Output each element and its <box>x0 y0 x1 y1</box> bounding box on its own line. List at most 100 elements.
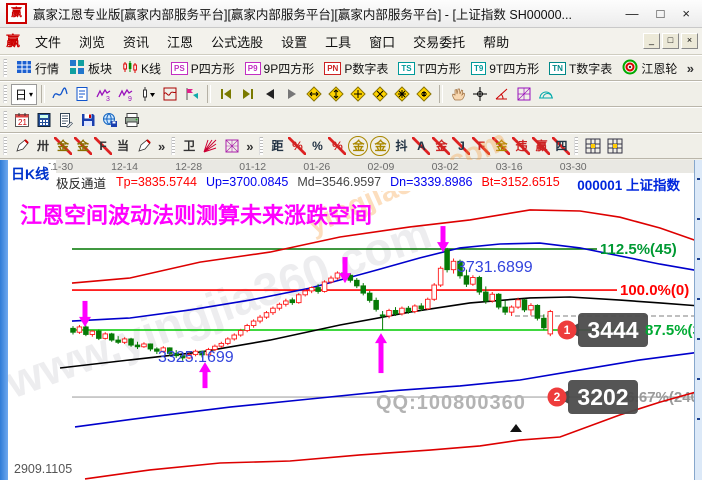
toolbar-overflow-chevron[interactable]: » <box>246 139 253 154</box>
candle <box>355 280 360 286</box>
pen-tool-icon[interactable] <box>12 136 32 156</box>
nav-first-icon[interactable] <box>216 84 236 104</box>
draw-tool-icon[interactable]: 抖 <box>392 137 410 155</box>
wave-9-icon[interactable]: 9 <box>116 84 136 104</box>
draw-tool-icon[interactable]: 卫 <box>180 137 198 155</box>
mdi-close-button[interactable]: × <box>681 33 698 49</box>
pen-tool-icon[interactable] <box>134 136 154 156</box>
wave-3-icon[interactable]: 3 <box>94 84 114 104</box>
measure-icon[interactable] <box>492 84 512 104</box>
toolbar-grip[interactable] <box>171 137 175 155</box>
mdi-minimize-button[interactable]: _ <box>643 33 660 49</box>
toolbar-grip[interactable] <box>3 111 7 129</box>
hand-icon[interactable] <box>448 84 468 104</box>
candle-style-icon[interactable] <box>138 84 158 104</box>
curve-icon[interactable] <box>50 84 70 104</box>
print-icon[interactable] <box>122 110 142 130</box>
draw-tool-icon[interactable]: A <box>412 137 430 155</box>
right-scrollbar[interactable] <box>694 160 702 480</box>
menu-item[interactable]: 设置 <box>272 29 316 54</box>
candles-icon <box>122 59 138 78</box>
draw-tool-icon[interactable]: 赢 <box>532 137 550 155</box>
toolbar-overflow-chevron[interactable]: » <box>687 61 694 76</box>
draw-tool-icon[interactable]: 金 <box>348 136 368 156</box>
toolbar-grip[interactable] <box>3 59 7 77</box>
menu-item[interactable]: 江恩 <box>158 29 202 54</box>
report-icon[interactable] <box>72 84 92 104</box>
draw-tool-icon[interactable]: % <box>308 137 326 155</box>
menu-item[interactable]: 公式选股 <box>202 29 272 54</box>
close-button[interactable]: × <box>682 7 690 21</box>
gridgold-tool-icon[interactable] <box>583 136 603 156</box>
9t-square-button[interactable]: T99T四方形 <box>466 58 544 79</box>
draw-tool-icon[interactable]: J <box>452 137 470 155</box>
draw-tool-icon[interactable]: 违 <box>512 137 530 155</box>
t-table-button[interactable]: TNT数字表 <box>544 58 617 79</box>
draw-tool-icon[interactable]: F <box>472 137 490 155</box>
draw-tool-icon[interactable]: 金 <box>54 137 72 155</box>
menu-item[interactable]: 交易委托 <box>404 29 474 54</box>
period-day-selector[interactable]: 日 ▾ <box>11 84 37 105</box>
menu-item[interactable]: 资讯 <box>114 29 158 54</box>
price-marker-1[interactable]: 13444 <box>558 313 649 347</box>
9p-square-button[interactable]: P99P四方形 <box>240 58 319 79</box>
diamond-5-icon[interactable] <box>392 84 412 104</box>
diamond-6-icon[interactable] <box>414 84 434 104</box>
blocks-button[interactable]: 板块 <box>64 57 117 80</box>
wheel-icon <box>622 59 638 78</box>
flag-icon[interactable] <box>182 84 202 104</box>
draw-tool-icon[interactable]: 当 <box>114 137 132 155</box>
draw-tool-icon[interactable]: 金 <box>370 136 390 156</box>
t-square-button[interactable]: TST四方形 <box>393 58 466 79</box>
diamond-1-icon[interactable] <box>304 84 324 104</box>
draw-tool-icon[interactable]: % <box>288 137 306 155</box>
draw-tool-icon[interactable]: 四 <box>552 137 570 155</box>
crosshair-icon[interactable] <box>470 84 490 104</box>
notes-icon[interactable] <box>56 110 76 130</box>
calculator-icon[interactable] <box>34 110 54 130</box>
save-icon[interactable] <box>78 110 98 130</box>
diamond-3-icon[interactable] <box>348 84 368 104</box>
toolbar-grip[interactable] <box>3 137 7 155</box>
price-marker-2[interactable]: 23202 <box>548 380 639 414</box>
draw-tool-icon[interactable]: 金 <box>432 137 450 155</box>
draw-tool-icon[interactable]: % <box>328 137 346 155</box>
gridgold-tool-icon[interactable] <box>605 136 625 156</box>
mdi-window-controls: _□× <box>643 33 698 49</box>
rays-tool-icon[interactable] <box>200 136 220 156</box>
toolbar-grip[interactable] <box>3 85 7 103</box>
gann-wheel-button[interactable]: 江恩轮 <box>617 57 682 80</box>
menu-item[interactable]: 窗口 <box>360 29 404 54</box>
draw-tool-icon[interactable]: 金 <box>492 137 510 155</box>
p-square-button[interactable]: PSP四方形 <box>166 58 240 79</box>
nav-prev-icon[interactable] <box>260 84 280 104</box>
kline-button[interactable]: K线 <box>117 57 166 80</box>
menu-item[interactable]: 浏览 <box>70 29 114 54</box>
webgrid-tool-icon[interactable] <box>222 136 242 156</box>
menu-item[interactable]: 帮助 <box>474 29 518 54</box>
toolbar-grip[interactable] <box>574 137 578 155</box>
maximize-button[interactable]: □ <box>657 7 665 21</box>
diamond-4-icon[interactable] <box>370 84 390 104</box>
diamond-2-icon[interactable] <box>326 84 346 104</box>
cycle-icon[interactable] <box>536 84 556 104</box>
draw-tool-icon[interactable]: 卅 <box>34 137 52 155</box>
web-icon[interactable] <box>100 110 120 130</box>
gann-square-icon[interactable] <box>514 84 534 104</box>
quotes-button[interactable]: 行情 <box>11 57 64 80</box>
nav-next-icon[interactable] <box>282 84 302 104</box>
calendar-icon[interactable]: 21 <box>12 110 32 130</box>
menu-item[interactable]: 文件 <box>26 29 70 54</box>
draw-tool-icon[interactable]: 距 <box>268 137 286 155</box>
toolbar-grip[interactable] <box>259 137 263 155</box>
draw-tool-icon[interactable]: 金 <box>74 137 92 155</box>
menu-item[interactable]: 工具 <box>316 29 360 54</box>
minimize-button[interactable]: — <box>626 7 639 21</box>
pattern-red-icon[interactable] <box>160 84 180 104</box>
draw-tool-icon[interactable]: F <box>94 137 112 155</box>
nav-last-icon[interactable] <box>238 84 258 104</box>
toolbar-overflow-chevron[interactable]: » <box>158 139 165 154</box>
period-tab-daily[interactable]: 日K线 <box>9 164 51 184</box>
p-table-button[interactable]: PNP数字表 <box>319 58 393 79</box>
mdi-restore-button[interactable]: □ <box>662 33 679 49</box>
